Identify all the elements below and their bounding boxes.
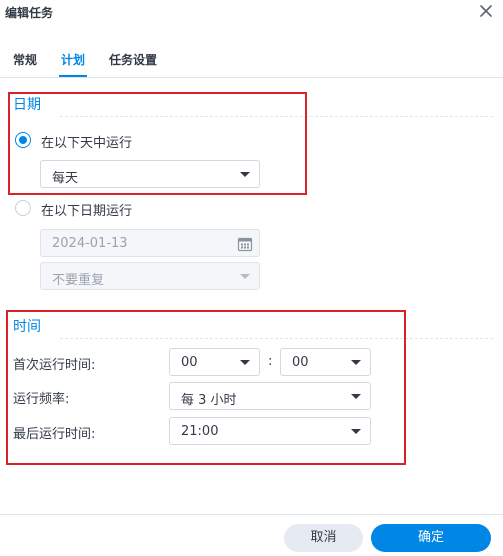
repeat-select-value: 不要重复 <box>52 273 105 288</box>
last-run-time-select[interactable]: 21:00 <box>169 417 371 445</box>
close-icon[interactable] <box>478 3 494 19</box>
radio-run-on-days-label: 在以下天中运行 <box>41 136 133 151</box>
date-section-title: 日期 <box>13 97 41 113</box>
date-field-value: 2024-01-13 <box>52 236 128 251</box>
chevron-down-icon <box>351 429 361 434</box>
time-section-divider <box>60 338 493 339</box>
time-separator: : <box>268 354 273 369</box>
radio-run-on-date[interactable] <box>15 200 31 216</box>
first-run-minute-select[interactable]: 00 <box>280 348 371 376</box>
time-section-title: 时间 <box>13 319 41 335</box>
active-tab-indicator <box>59 75 87 77</box>
last-run-time-label: 最后运行时间: <box>13 427 96 442</box>
date-section-divider <box>60 116 493 117</box>
chevron-down-icon <box>240 274 250 279</box>
first-run-hour-value: 00 <box>181 355 198 370</box>
tab-schedule[interactable]: 计划 <box>61 51 85 68</box>
chevron-down-icon <box>351 360 361 365</box>
title-bar: 编辑任务 <box>0 0 503 30</box>
footer-divider <box>0 514 503 515</box>
first-run-minute-value: 00 <box>292 355 309 370</box>
radio-run-on-days[interactable] <box>15 132 31 148</box>
chevron-down-icon <box>240 360 250 365</box>
day-select[interactable]: 每天 <box>40 160 260 188</box>
tab-task-settings[interactable]: 任务设置 <box>109 51 157 68</box>
frequency-select[interactable]: 每 3 小时 <box>169 382 371 410</box>
ok-button[interactable]: 确定 <box>371 524 491 552</box>
chevron-down-icon <box>351 394 361 399</box>
chevron-down-icon <box>240 172 250 177</box>
first-run-hour-select[interactable]: 00 <box>169 348 260 376</box>
calendar-icon <box>237 236 253 252</box>
frequency-value: 每 3 小时 <box>181 393 237 408</box>
tab-general[interactable]: 常规 <box>13 51 37 68</box>
repeat-select[interactable]: 不要重复 <box>40 262 260 290</box>
first-run-time-label: 首次运行时间: <box>13 358 96 373</box>
window-title: 编辑任务 <box>5 6 54 20</box>
tab-bar: 常规 计划 任务设置 <box>0 46 503 78</box>
day-select-value: 每天 <box>52 171 79 186</box>
last-run-time-value: 21:00 <box>181 424 219 439</box>
date-field[interactable]: 2024-01-13 <box>40 229 260 257</box>
frequency-label: 运行频率: <box>13 392 70 407</box>
radio-run-on-date-label: 在以下日期运行 <box>41 204 133 219</box>
cancel-button[interactable]: 取消 <box>284 524 363 552</box>
